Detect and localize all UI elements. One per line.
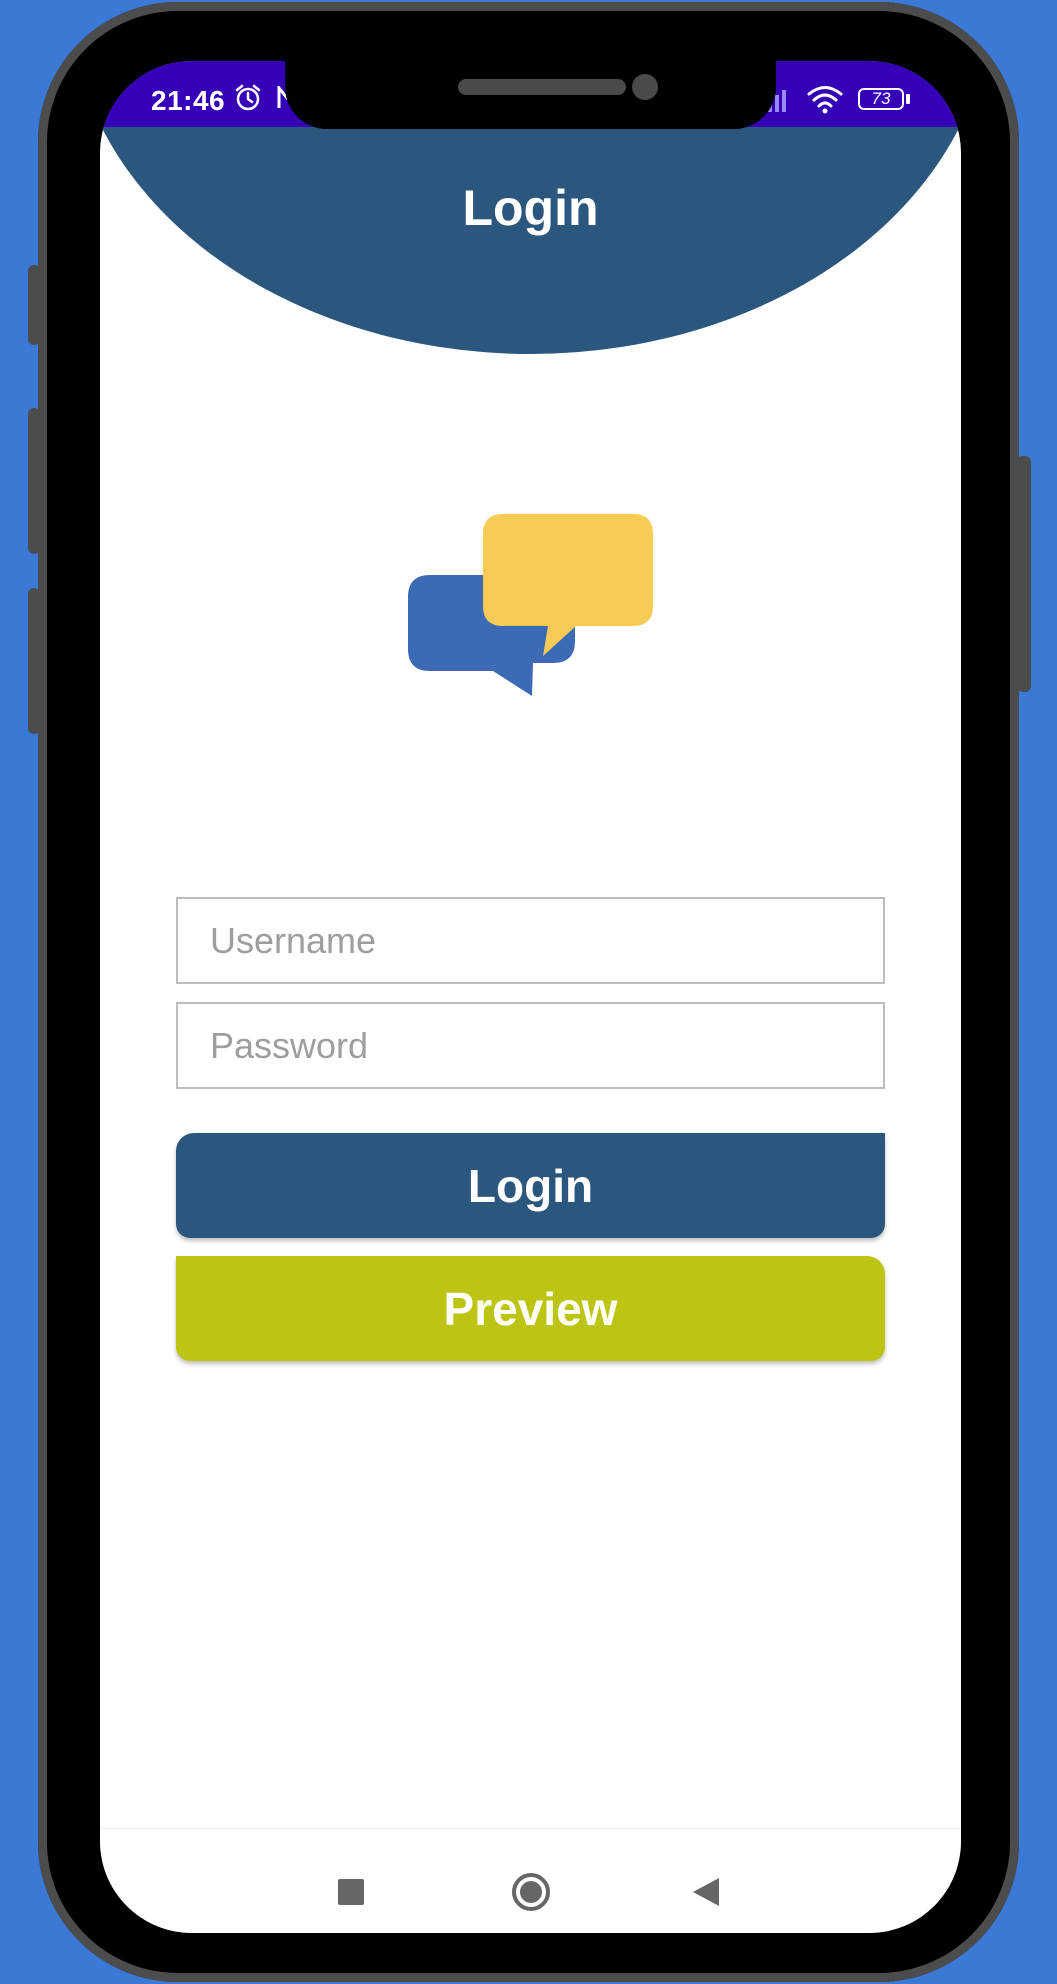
speaker-grille	[458, 79, 626, 95]
status-time: 21:46	[151, 85, 226, 116]
battery-icon: 73	[858, 88, 904, 110]
phone-power-button	[1017, 456, 1031, 692]
front-camera	[632, 74, 658, 100]
phone-screen: Login 21:46 73 Username Login Preview	[100, 61, 961, 1933]
chat-bubbles-icon	[408, 514, 653, 696]
alarm-icon	[235, 84, 261, 111]
recents-square-icon[interactable]	[338, 1879, 364, 1905]
page-title: Login	[462, 180, 599, 236]
battery-level: 73	[871, 89, 891, 108]
back-triangle-icon[interactable]	[691, 1876, 721, 1908]
home-circle-icon[interactable]	[511, 1872, 551, 1912]
wifi-icon	[807, 86, 843, 114]
battery-tip	[906, 94, 910, 104]
camera-notch	[285, 61, 776, 129]
login-button[interactable]: Login	[176, 1133, 885, 1238]
preview-button[interactable]: Preview	[176, 1256, 885, 1361]
navigation-bar	[100, 1828, 961, 1933]
username-input[interactable]	[176, 897, 885, 984]
password-input[interactable]	[176, 1002, 885, 1089]
